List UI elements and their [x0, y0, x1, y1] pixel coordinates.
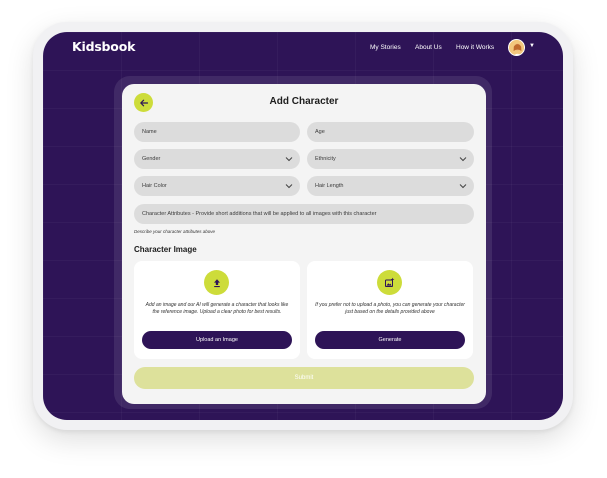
- age-field[interactable]: Age: [307, 122, 474, 142]
- gender-select[interactable]: Gender: [134, 149, 300, 169]
- upload-icon-badge: [204, 270, 229, 295]
- character-attributes-input[interactable]: Character Attributes - Provide short add…: [134, 204, 474, 224]
- gender-placeholder: Gender: [142, 156, 161, 162]
- app-screen: Kidsbook My Stories About Us How it Work…: [43, 32, 563, 420]
- nav-link-my-stories[interactable]: My Stories: [370, 44, 401, 51]
- sparkle-image-icon: [385, 277, 395, 287]
- chevron-down-icon: [459, 184, 467, 189]
- upload-description: Add an image and our AI will generate a …: [145, 302, 289, 315]
- upload-icon: [213, 278, 220, 287]
- chevron-down-icon: [285, 184, 293, 189]
- nav-link-about-us[interactable]: About Us: [415, 44, 442, 51]
- generate-button[interactable]: Generate: [315, 331, 465, 349]
- submit-button[interactable]: Submit: [134, 367, 474, 389]
- avatar[interactable]: [508, 39, 525, 56]
- account-menu-caret-icon[interactable]: ▼: [529, 43, 535, 49]
- attributes-hint: Describe your character attributes above: [134, 229, 216, 234]
- character-image-heading: Character Image: [134, 245, 197, 254]
- hair-length-select[interactable]: Hair Length: [307, 176, 474, 196]
- ethnicity-placeholder: Ethnicity: [315, 156, 336, 162]
- character-attributes-placeholder: Character Attributes - Provide short add…: [142, 211, 377, 217]
- chevron-down-icon: [459, 157, 467, 162]
- top-nav: Kidsbook My Stories About Us How it Work…: [43, 32, 563, 64]
- brand-logo[interactable]: Kidsbook: [72, 39, 135, 54]
- add-character-card: Add Character Name Age Gender Ethnicity …: [122, 84, 486, 404]
- name-placeholder: Name: [142, 129, 157, 135]
- hair-color-placeholder: Hair Color: [142, 183, 167, 189]
- upload-option-panel: Add an image and our AI will generate a …: [134, 261, 300, 359]
- hair-color-select[interactable]: Hair Color: [134, 176, 300, 196]
- age-placeholder: Age: [315, 129, 325, 135]
- avatar-image: [509, 40, 524, 55]
- chevron-down-icon: [285, 157, 293, 162]
- generate-option-panel: If you prefer not to upload a photo, you…: [307, 261, 473, 359]
- ethnicity-select[interactable]: Ethnicity: [307, 149, 474, 169]
- name-field[interactable]: Name: [134, 122, 300, 142]
- page-title: Add Character: [269, 96, 339, 107]
- hair-length-placeholder: Hair Length: [315, 183, 344, 189]
- generate-description: If you prefer not to upload a photo, you…: [315, 302, 465, 315]
- generate-icon-badge: [377, 270, 402, 295]
- nav-link-how-it-works[interactable]: How it Works: [456, 44, 494, 51]
- upload-image-button[interactable]: Upload an Image: [142, 331, 292, 349]
